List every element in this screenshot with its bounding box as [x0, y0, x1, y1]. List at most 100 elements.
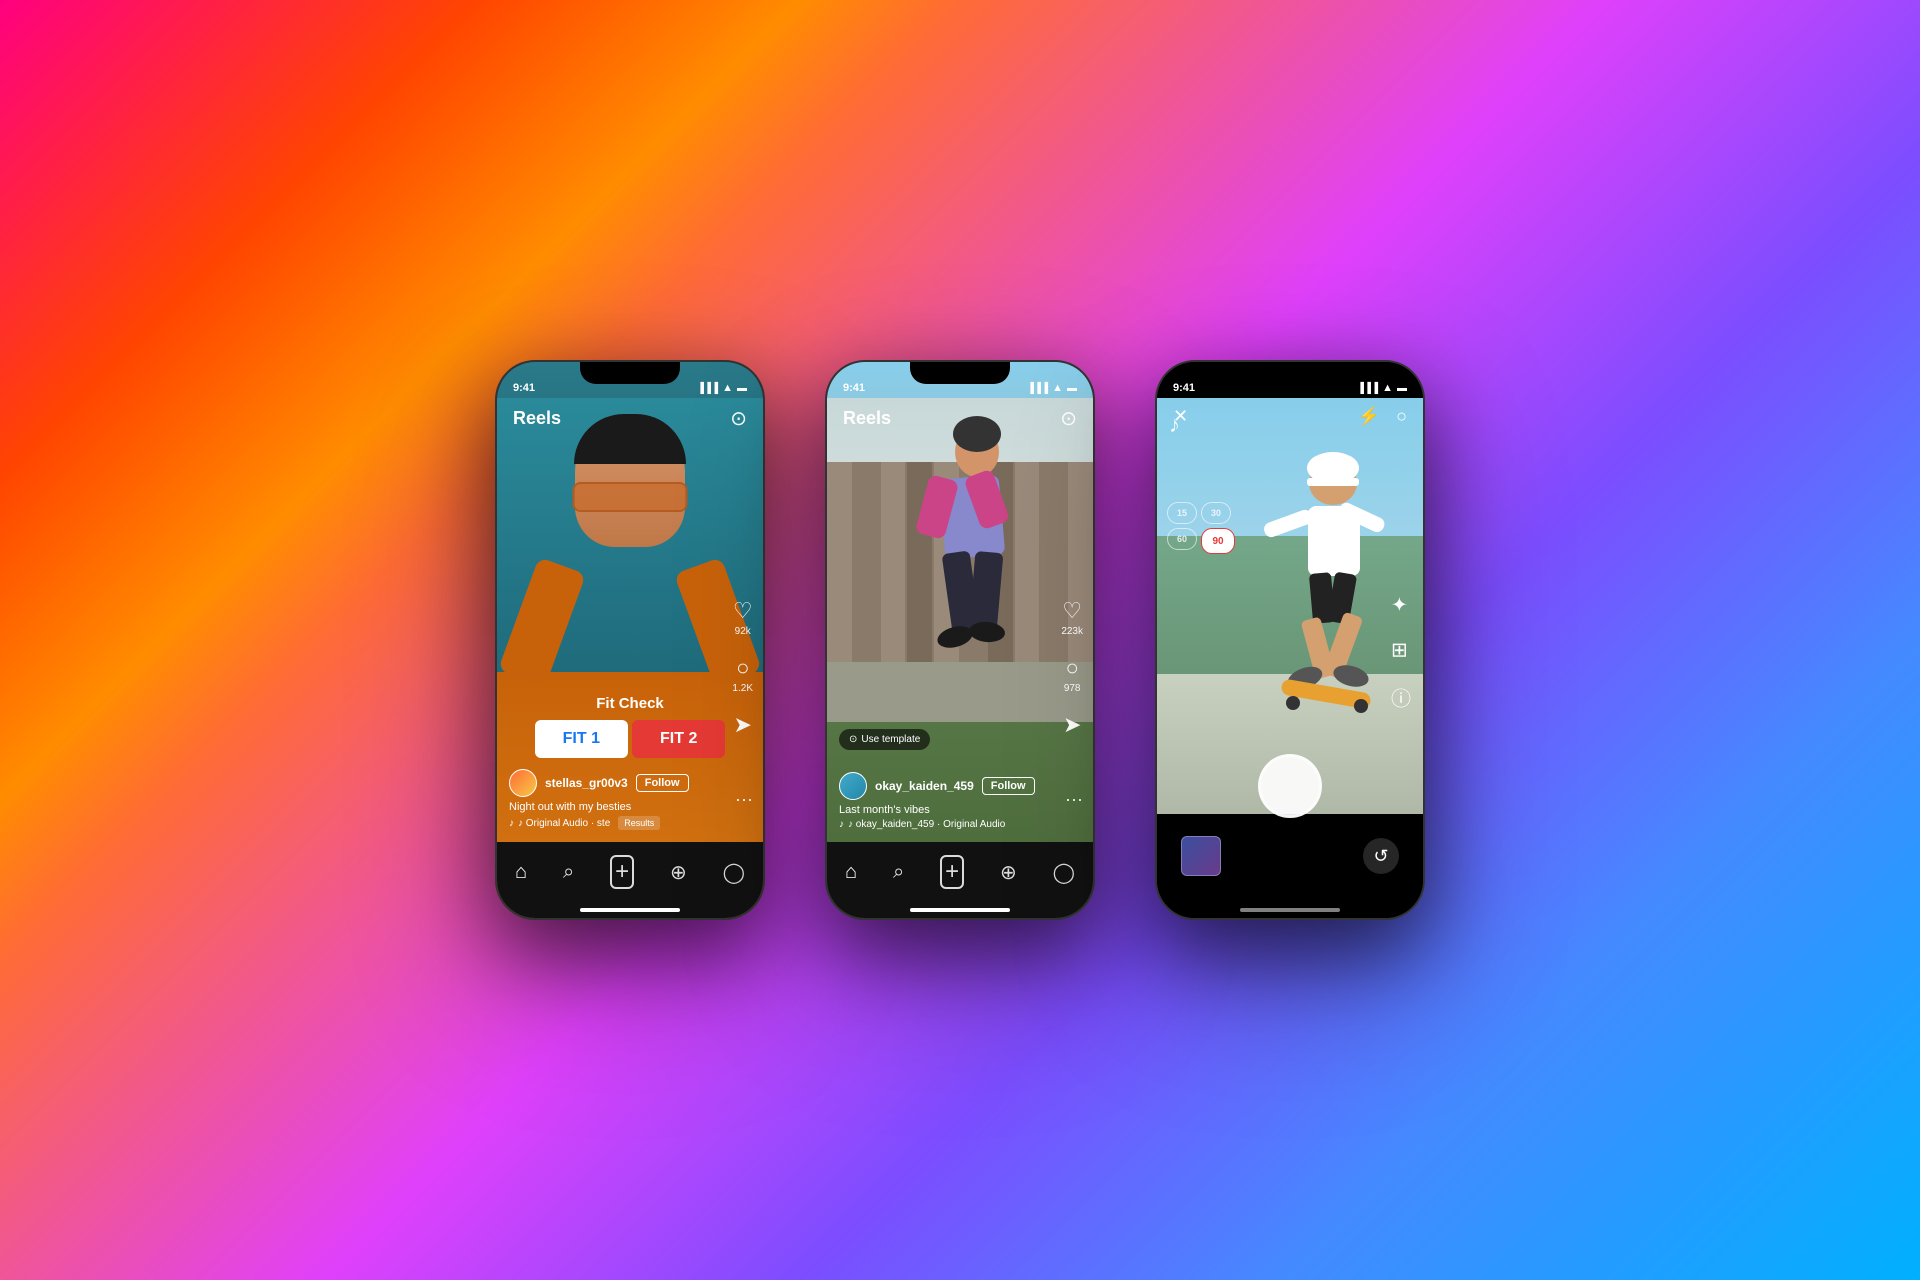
- phone3-header: ✕ ⚡ ○: [1157, 398, 1423, 435]
- battery-icon: ▬: [1067, 383, 1077, 394]
- phone3-status-icons: ▐▐▐ ▲ ▬: [1357, 382, 1407, 394]
- phone1-comments-count: 1.2K: [732, 683, 753, 694]
- phone3-search-icon[interactable]: ○: [1396, 406, 1407, 427]
- phone2-likes-count: 223k: [1061, 626, 1083, 637]
- phone2-status-icons: ▐▐▐ ▲ ▬: [1027, 382, 1077, 394]
- phone3-flip-camera-button[interactable]: ↺: [1363, 838, 1399, 874]
- flip-icon: ↺: [1373, 846, 1388, 867]
- phone1-nav-create[interactable]: +: [610, 855, 634, 889]
- phone2-comments-count: 978: [1064, 683, 1081, 694]
- phone1-comment-action[interactable]: ○ 1.2K: [732, 655, 753, 694]
- phone3-home-bar: [1240, 908, 1340, 912]
- phone3-duration-row-2: 60 90: [1167, 528, 1235, 554]
- phone3-duration-60[interactable]: 60: [1167, 528, 1197, 550]
- phone2-comment-action[interactable]: ○ 978: [1064, 655, 1081, 694]
- phone2-nav-search[interactable]: ⌕: [893, 861, 904, 884]
- phone1-user-row: stellas_gr00v3 Follow: [509, 769, 701, 797]
- phone1-like-action[interactable]: ♡ 92k: [733, 598, 753, 637]
- phone2-more-options[interactable]: ···: [1065, 789, 1083, 810]
- phone-2: 9:41 ▐▐▐ ▲ ▬ Reels ⊙ ⊙ Use template ♡ 22…: [825, 360, 1095, 920]
- phone1-caption: Night out with my besties: [509, 801, 701, 813]
- phone3-bottom-bar: ↺: [1157, 814, 1423, 918]
- phone3-mute-icon[interactable]: ⚡: [1358, 406, 1380, 427]
- phone2-nav-profile[interactable]: ◯: [1053, 860, 1075, 885]
- wifi-icon: ▲: [722, 382, 733, 394]
- phone2-reels-title: Reels: [843, 408, 891, 429]
- phone3-duration-15[interactable]: 15: [1167, 502, 1197, 524]
- phone1-notch: [580, 362, 680, 384]
- phone1-nav-profile[interactable]: ◯: [723, 860, 745, 885]
- phone1-nav-home[interactable]: ⌂: [515, 861, 527, 884]
- signal-icon: ▐▐▐: [1027, 383, 1048, 394]
- phone1-user-info: stellas_gr00v3 Follow Night out with my …: [497, 769, 713, 830]
- phone-1: 9:41 ▐▐▐ ▲ ▬ Reels ⊙ Fit Check FIT 1 FIT…: [495, 360, 765, 920]
- phone2-nav-home[interactable]: ⌂: [845, 861, 857, 884]
- music-note-icon: ♪: [509, 818, 514, 829]
- share-icon: ➤: [1063, 712, 1081, 738]
- phone3-header-right: ⚡ ○: [1358, 406, 1407, 427]
- phone3-effects-icon[interactable]: ✦: [1391, 592, 1411, 617]
- phone2-follow-button[interactable]: Follow: [982, 777, 1035, 795]
- phone3-layout-icon[interactable]: ⊞: [1391, 637, 1411, 662]
- phone1-nav-search[interactable]: ⌕: [563, 861, 574, 884]
- phone1-home-bar: [580, 908, 680, 912]
- phone1-more-options[interactable]: ···: [735, 789, 753, 810]
- phone2-like-action[interactable]: ♡ 223k: [1061, 598, 1083, 637]
- phone3-duration-90[interactable]: 90: [1201, 528, 1235, 554]
- use-template-label: Use template: [861, 734, 920, 745]
- phone1-likes-count: 92k: [735, 626, 751, 637]
- phone2-nav-create[interactable]: +: [940, 855, 964, 889]
- fit-check-area: Fit Check FIT 1 FIT 2: [497, 695, 763, 758]
- phone1-bottom-nav: ⌂ ⌕ + ⊕ ◯: [497, 842, 763, 918]
- phone1-follow-button[interactable]: Follow: [636, 774, 689, 792]
- phone3-right-toolbar: ✦ ⊞ ⓘ: [1391, 592, 1411, 711]
- phone2-bottom-nav: ⌂ ⌕ + ⊕ ◯: [827, 842, 1093, 918]
- fit-check-label: Fit Check: [596, 695, 664, 712]
- phone3-duration-selector: 15 30 60 90: [1167, 502, 1235, 554]
- phone2-notch: [910, 362, 1010, 384]
- comment-icon: ○: [736, 655, 749, 681]
- phone1-camera-icon[interactable]: ⊙: [730, 406, 747, 431]
- battery-icon: ▬: [1397, 383, 1407, 394]
- phone1-audio: ♪ ♪ Original Audio · ste Results: [509, 816, 701, 830]
- fit2-button[interactable]: FIT 2: [632, 720, 725, 758]
- phone3-record-button[interactable]: [1258, 754, 1322, 818]
- phone1-side-actions: ♡ 92k ○ 1.2K ➤: [732, 598, 753, 738]
- signal-icon: ▐▐▐: [1357, 383, 1378, 394]
- phone1-results-badge[interactable]: Results: [618, 816, 660, 830]
- phone3-timer-icon[interactable]: ⓘ: [1391, 682, 1411, 711]
- phone2-home-bar: [910, 908, 1010, 912]
- phone1-time: 9:41: [513, 382, 535, 394]
- phone2-side-actions: ♡ 223k ○ 978 ➤: [1061, 598, 1083, 738]
- fit1-button[interactable]: FIT 1: [535, 720, 628, 758]
- signal-icon: ▐▐▐: [697, 383, 718, 394]
- phone2-background: [827, 362, 1093, 918]
- phone-3: 9:41 ▐▐▐ ▲ ▬ ✕ ⚡ ○ ♪ 15 30 60 9: [1155, 360, 1425, 920]
- phone3-duration-30[interactable]: 30: [1201, 502, 1231, 524]
- heart-icon: ♡: [733, 598, 753, 624]
- phone2-avatar: [839, 772, 867, 800]
- phone1-background: [497, 362, 763, 918]
- use-template-button[interactable]: ⊙ Use template: [839, 729, 930, 750]
- phone3-record-button-container: [1258, 754, 1322, 818]
- music-note-icon: ♪: [839, 819, 844, 830]
- phone2-user-row: okay_kaiden_459 Follow: [839, 772, 1031, 800]
- phone1-status-icons: ▐▐▐ ▲ ▬: [697, 382, 747, 394]
- phone1-avatar: [509, 769, 537, 797]
- phone1-share-action[interactable]: ➤: [733, 712, 751, 738]
- phone2-user-info: okay_kaiden_459 Follow Last month's vibe…: [827, 772, 1043, 830]
- heart-icon: ♡: [1062, 598, 1082, 624]
- phone1-header: Reels ⊙: [497, 398, 763, 439]
- phone2-username[interactable]: okay_kaiden_459: [875, 779, 974, 793]
- phone1-nav-shop[interactable]: ⊕: [670, 860, 687, 885]
- phone2-camera-icon[interactable]: ⊙: [1060, 406, 1077, 431]
- phone2-audio: ♪ ♪ okay_kaiden_459 · Original Audio: [839, 819, 1031, 830]
- phone1-username[interactable]: stellas_gr00v3: [545, 776, 628, 790]
- phone2-caption: Last month's vibes: [839, 804, 1031, 816]
- phone3-gallery-thumb[interactable]: [1181, 836, 1221, 876]
- phone3-music-icon[interactable]: ♪: [1169, 412, 1180, 438]
- wifi-icon: ▲: [1052, 382, 1063, 394]
- phone2-nav-shop[interactable]: ⊕: [1000, 860, 1017, 885]
- phone2-share-action[interactable]: ➤: [1063, 712, 1081, 738]
- comment-icon: ○: [1066, 655, 1079, 681]
